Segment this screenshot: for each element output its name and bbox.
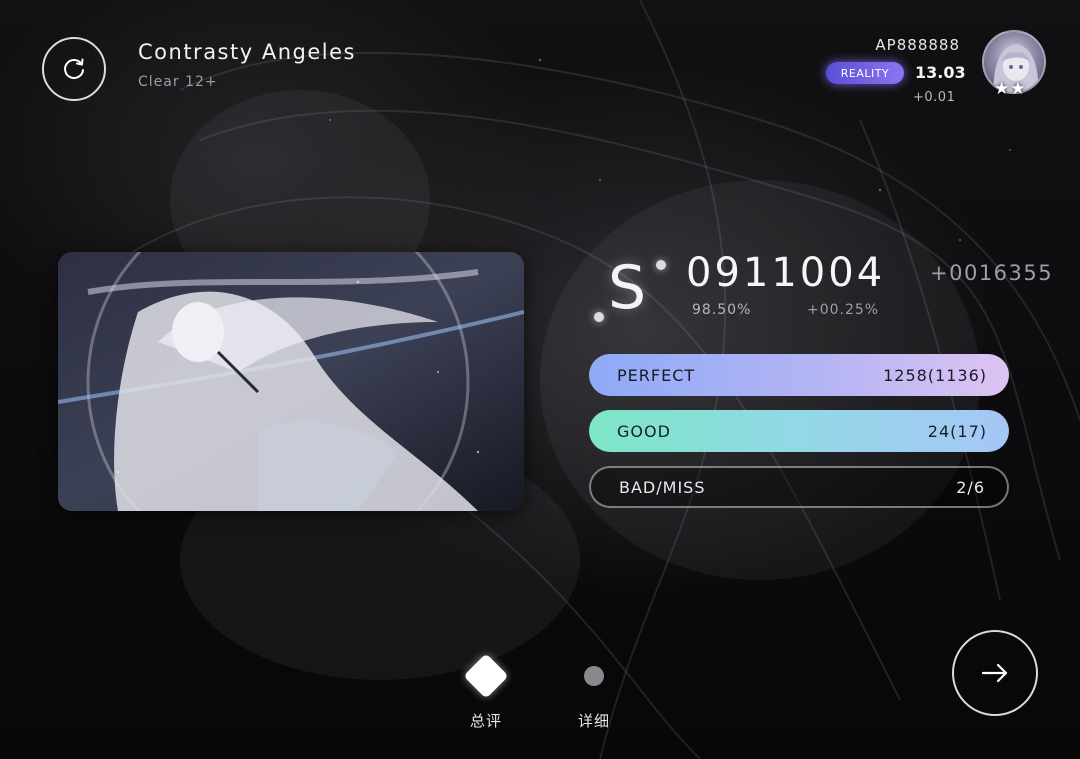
good-count: 24(17) [927,421,987,441]
accuracy-delta: +00.25% [807,302,880,318]
bad-miss-bar: BAD/MISS 2/6 [589,466,1009,508]
rank-sparkle [656,260,666,270]
tab-detail[interactable]: 详细 [578,710,610,731]
retry-button[interactable] [42,37,106,101]
tab-summary[interactable]: 总评 [470,710,502,731]
good-bar: GOOD 24(17) [589,410,1009,452]
accuracy-value: 98.50% [692,302,752,318]
rank-sparkle [594,312,604,322]
score-value: 0911004 [686,250,886,296]
perfect-label: PERFECT [617,365,696,385]
diamond-icon[interactable] [463,653,509,699]
perfect-bar: PERFECT 1258(1136) [589,354,1009,396]
result-screen: Contrasty Angeles Clear 12+ AP888888 REA… [0,0,1080,759]
score-delta: +0016355 [930,261,1054,285]
retry-icon [64,58,84,79]
good-label: GOOD [617,421,671,441]
arrow-right-icon [981,663,1008,683]
perfect-count: 1258(1136) [883,365,987,385]
rks-value: 13.03 [915,63,966,82]
song-illustration [58,252,524,511]
bad-miss-label: BAD/MISS [619,477,706,497]
next-button[interactable] [952,630,1038,716]
rank-letter: S [608,253,647,323]
player-name: AP888888 [875,36,960,54]
star-rating: ★★ [994,79,1027,99]
reality-badge: REALITY [826,62,904,84]
bad-miss-count: 2/6 [956,477,985,497]
dot-icon[interactable] [584,666,604,686]
rks-delta: +0.01 [913,90,956,105]
illustration-art [58,252,524,511]
song-title: Contrasty Angeles [138,40,356,64]
song-difficulty: Clear 12+ [138,74,218,90]
